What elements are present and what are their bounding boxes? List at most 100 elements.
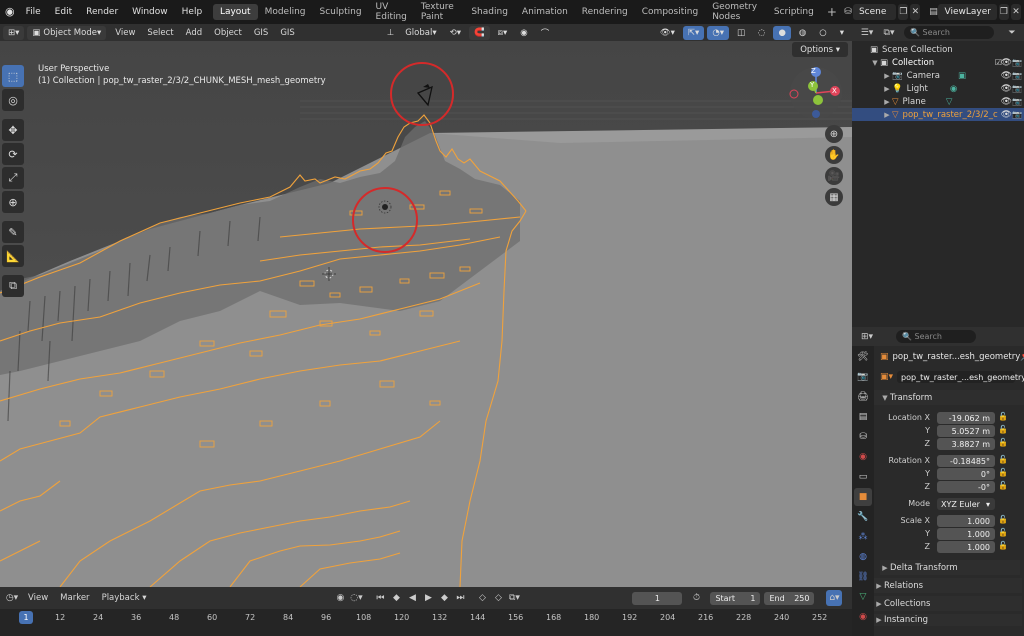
orientation-icon[interactable]: ⊥ bbox=[381, 28, 400, 38]
tab-render[interactable]: 📷 bbox=[854, 368, 872, 386]
jump-keyframe-forward-icon[interactable]: ◆ bbox=[436, 590, 452, 606]
eye-icon[interactable]: 👁 bbox=[1001, 58, 1012, 68]
tab-shading[interactable]: Shading bbox=[464, 4, 515, 20]
gizmo-toggle[interactable]: ⇱▾ bbox=[682, 25, 705, 40]
snap-toggle[interactable]: 🧲 bbox=[469, 25, 490, 40]
tab-constraints[interactable]: ⛓ bbox=[854, 568, 872, 586]
object-mode-dropdown[interactable]: ▣ Object Mode ▾ bbox=[27, 25, 107, 40]
lock-icon[interactable]: 🔓 bbox=[998, 481, 1008, 490]
eye-icon[interactable]: 👁 bbox=[1001, 110, 1012, 120]
timeline-marker-menu[interactable]: Marker bbox=[54, 593, 95, 603]
add-workspace-icon[interactable]: + bbox=[821, 5, 843, 19]
end-frame-field[interactable]: End 250 bbox=[764, 591, 815, 605]
blender-logo-icon[interactable]: ◉ bbox=[5, 5, 15, 19]
relations-panel-header[interactable]: ▶ Relations bbox=[874, 578, 1022, 593]
lock-icon[interactable]: 🔓 bbox=[998, 468, 1008, 477]
outliner-collection[interactable]: ▼ ▣ Collection ☑ 👁 📷 bbox=[852, 56, 1024, 69]
menu-edit[interactable]: Edit bbox=[48, 7, 79, 17]
perspective-toggle-button[interactable]: ▦ bbox=[825, 188, 843, 206]
tab-material[interactable]: ◉ bbox=[854, 608, 872, 626]
scale-tool[interactable]: ⤢ bbox=[2, 167, 24, 189]
new-scene-icon[interactable]: ❐ bbox=[898, 4, 909, 20]
view-menu[interactable]: View bbox=[109, 28, 141, 38]
object-menu[interactable]: Object bbox=[208, 28, 248, 38]
zoom-button[interactable]: ⊕ bbox=[825, 125, 843, 143]
display-mode-icon[interactable]: ⧉▾ bbox=[878, 25, 900, 41]
keyframe-add-icon[interactable]: ◇ bbox=[474, 590, 490, 606]
collections-panel-header[interactable]: ▶ Collections bbox=[874, 596, 1022, 611]
jump-start-icon[interactable]: ⏮ bbox=[372, 590, 388, 606]
start-frame-field[interactable]: Start 1 bbox=[710, 591, 761, 605]
measure-tool[interactable]: 📐 bbox=[2, 245, 24, 267]
snap-target-dropdown[interactable]: ⧈▾ bbox=[493, 26, 513, 40]
expand-chevron-icon[interactable]: ▶ bbox=[882, 111, 892, 119]
lock-icon[interactable]: 🔓 bbox=[998, 455, 1008, 464]
jump-end-icon[interactable]: ⏭ bbox=[452, 590, 468, 606]
location-z-field[interactable]: 3.8827 m bbox=[937, 438, 995, 450]
keying-dropdown[interactable]: ◌▾ bbox=[348, 590, 364, 606]
editor-type-button[interactable]: ⊞▾ bbox=[3, 25, 25, 40]
delete-scene-icon[interactable]: ✕ bbox=[910, 4, 921, 20]
object-name-field[interactable]: pop_tw_raster...esh_geometry bbox=[893, 352, 1021, 362]
lock-icon[interactable]: 🔓 bbox=[998, 412, 1008, 421]
menu-window[interactable]: Window bbox=[125, 7, 175, 17]
location-x-field[interactable]: -19.062 m bbox=[937, 412, 995, 424]
proportional-edit-toggle[interactable]: ◉ bbox=[515, 26, 532, 40]
new-view-layer-icon[interactable]: ❐ bbox=[998, 4, 1009, 20]
rotation-mode-dropdown[interactable]: XYZ Euler ▾ bbox=[937, 498, 995, 510]
tab-scripting[interactable]: Scripting bbox=[767, 4, 821, 20]
delta-transform-panel-header[interactable]: ▶ Delta Transform bbox=[880, 560, 1020, 575]
jump-keyframe-back-icon[interactable]: ◆ bbox=[388, 590, 404, 606]
lock-icon[interactable]: 🔓 bbox=[998, 438, 1008, 447]
tab-particles[interactable]: ⁂ bbox=[854, 528, 872, 546]
outliner-search-input[interactable]: 🔍 Search bbox=[904, 26, 994, 39]
menu-render[interactable]: Render bbox=[79, 7, 125, 17]
instancing-panel-header[interactable]: ▶ Instancing bbox=[874, 614, 1022, 626]
keyframe-remove-icon[interactable]: ◇ bbox=[490, 590, 506, 606]
cursor-tool[interactable]: ◎ bbox=[2, 89, 24, 111]
transform-orientation-dropdown[interactable]: Global ▾ bbox=[400, 26, 441, 40]
render-camera-icon[interactable]: 📷 bbox=[1012, 110, 1022, 119]
tab-world[interactable]: ◉ bbox=[854, 448, 872, 466]
filter-icon[interactable]: ⏷ bbox=[1004, 25, 1020, 41]
tab-view-layer[interactable]: ▤ bbox=[854, 408, 872, 426]
timeline-editor-type-icon[interactable]: ◷▾ bbox=[2, 590, 22, 606]
falloff-dropdown[interactable]: ⌒ bbox=[536, 26, 555, 40]
auto-keying-toggle[interactable]: ◉ bbox=[332, 590, 348, 606]
tab-texture-paint[interactable]: Texture Paint bbox=[414, 0, 464, 25]
keyframe-type-icon[interactable]: ⧉▾ bbox=[506, 590, 522, 606]
tab-uv-editing[interactable]: UV Editing bbox=[369, 0, 414, 25]
properties-search-input[interactable]: 🔍 Search bbox=[896, 330, 976, 343]
rotation-z-field[interactable]: -0° bbox=[937, 481, 995, 493]
expand-chevron-icon[interactable]: ▼ bbox=[880, 394, 890, 402]
menu-file[interactable]: File bbox=[19, 7, 48, 17]
shading-rendered-button[interactable]: ○ bbox=[814, 26, 831, 40]
outliner-scene-collection[interactable]: ▣ Scene Collection bbox=[852, 43, 1024, 56]
expand-chevron-icon[interactable]: ▶ bbox=[882, 98, 892, 106]
timeline-options-icon[interactable]: ⌂▾ bbox=[826, 590, 843, 606]
scene-icon[interactable]: ⛁ bbox=[843, 4, 853, 20]
3d-viewport[interactable]: Z Y X User Perspective (1) Collection | … bbox=[0, 41, 852, 587]
pivot-point-dropdown[interactable]: ⟲▾ bbox=[445, 26, 466, 40]
xray-toggle[interactable]: ◫ bbox=[732, 26, 750, 40]
tab-layout[interactable]: Layout bbox=[212, 4, 258, 20]
tab-compositing[interactable]: Compositing bbox=[635, 4, 705, 20]
lock-icon[interactable]: 🔓 bbox=[998, 541, 1008, 550]
expand-chevron-icon[interactable]: ▶ bbox=[874, 600, 884, 608]
scene-selector[interactable]: Scene bbox=[852, 4, 897, 20]
rotate-tool[interactable]: ⟳ bbox=[2, 143, 24, 165]
scale-y-field[interactable]: 1.000 bbox=[937, 528, 995, 540]
shading-solid-button[interactable]: ● bbox=[773, 25, 791, 40]
render-camera-icon[interactable]: 📷 bbox=[1012, 97, 1022, 106]
play-reverse-icon[interactable]: ◀ bbox=[404, 590, 420, 606]
transform-panel-header[interactable]: ▼ Transform bbox=[874, 390, 1024, 405]
add-cube-tool[interactable]: ⧉ bbox=[2, 275, 24, 297]
shading-options-dropdown[interactable]: ▾ bbox=[835, 26, 849, 40]
camera-view-button[interactable]: 🎥 bbox=[825, 167, 843, 185]
expand-chevron-icon[interactable]: ▶ bbox=[874, 582, 884, 590]
eye-icon[interactable]: 👁 bbox=[1001, 84, 1012, 94]
gis-menu-2[interactable]: GIS bbox=[274, 28, 301, 38]
tab-rendering[interactable]: Rendering bbox=[575, 4, 635, 20]
options-dropdown[interactable]: Options ▾ bbox=[792, 42, 848, 57]
view-layer-selector[interactable]: ViewLayer bbox=[938, 4, 997, 20]
